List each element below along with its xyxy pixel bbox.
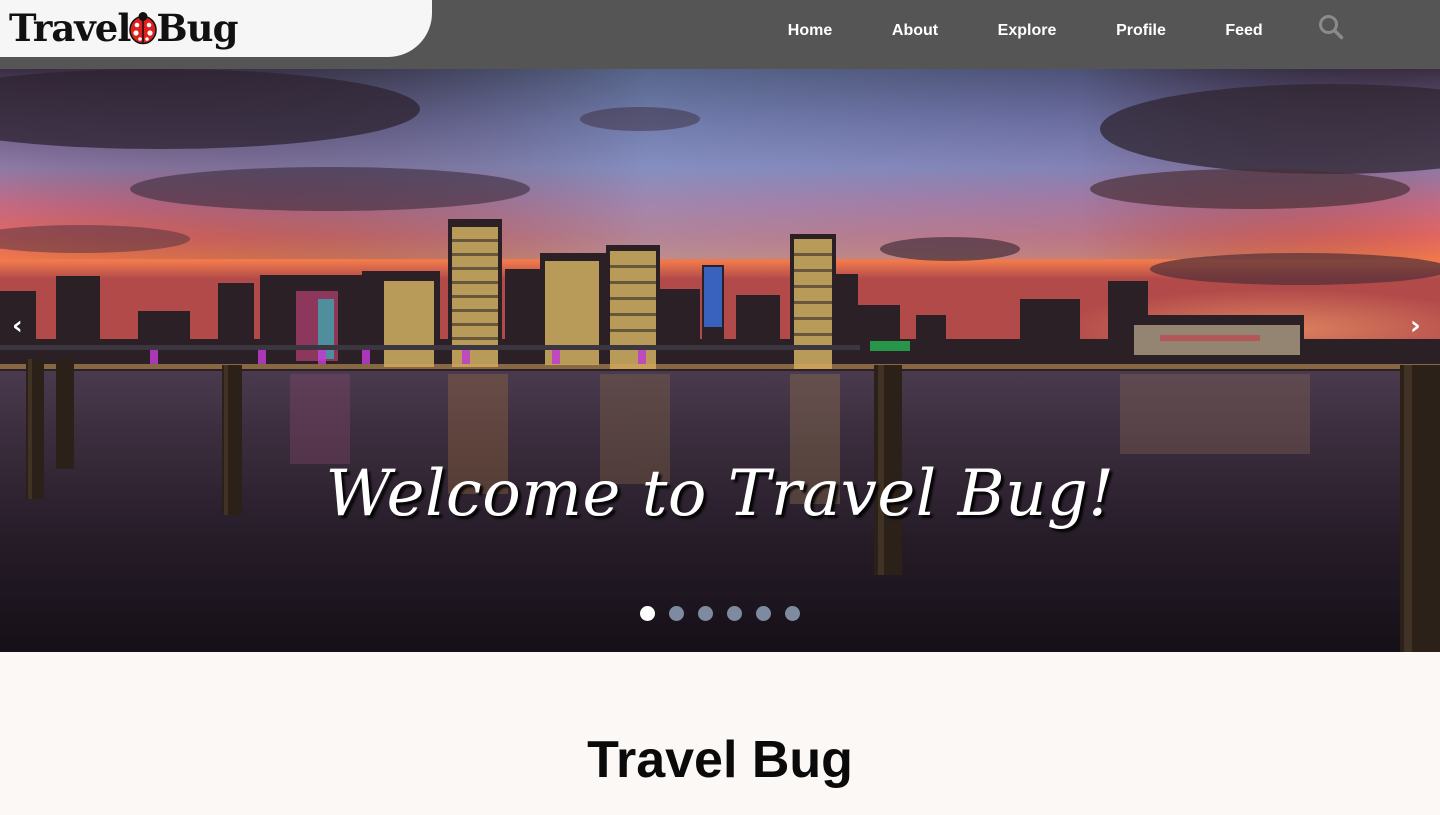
ladybug-icon xyxy=(129,12,158,45)
carousel-dot-5[interactable] xyxy=(756,606,771,621)
carousel-next-button[interactable]: › xyxy=(1410,313,1421,339)
carousel-dot-1[interactable] xyxy=(640,606,655,621)
search-button[interactable] xyxy=(1318,14,1344,40)
logo-link[interactable]: Travel Bug xyxy=(9,5,238,51)
logo-text-bug: Bug xyxy=(156,6,238,50)
page: Travel Bug Home About Explore Profile Fe… xyxy=(0,0,1440,815)
intro-section: Travel Bug xyxy=(0,652,1440,815)
navbar: Travel Bug Home About Explore Profile Fe… xyxy=(0,0,1440,69)
nav-explore[interactable]: Explore xyxy=(998,22,1057,40)
section-title: Travel Bug xyxy=(587,731,853,789)
nav-profile[interactable]: Profile xyxy=(1116,22,1166,40)
hero-carousel: Welcome to Travel Bug! ‹ › xyxy=(0,69,1440,652)
nav-about[interactable]: About xyxy=(892,22,938,40)
carousel-dot-4[interactable] xyxy=(727,606,742,621)
carousel-dot-3[interactable] xyxy=(698,606,713,621)
nav-feed[interactable]: Feed xyxy=(1225,22,1262,40)
carousel-prev-button[interactable]: ‹ xyxy=(12,313,23,339)
carousel-dot-6[interactable] xyxy=(785,606,800,621)
search-icon xyxy=(1319,15,1344,40)
hero-title: Welcome to Travel Bug! xyxy=(325,457,1115,531)
logo-text-travel: Travel xyxy=(9,6,131,50)
logo-tab: Travel Bug xyxy=(0,0,432,57)
carousel-dot-2[interactable] xyxy=(669,606,684,621)
nav-home[interactable]: Home xyxy=(788,22,832,40)
hero-slide-image xyxy=(0,69,1440,652)
